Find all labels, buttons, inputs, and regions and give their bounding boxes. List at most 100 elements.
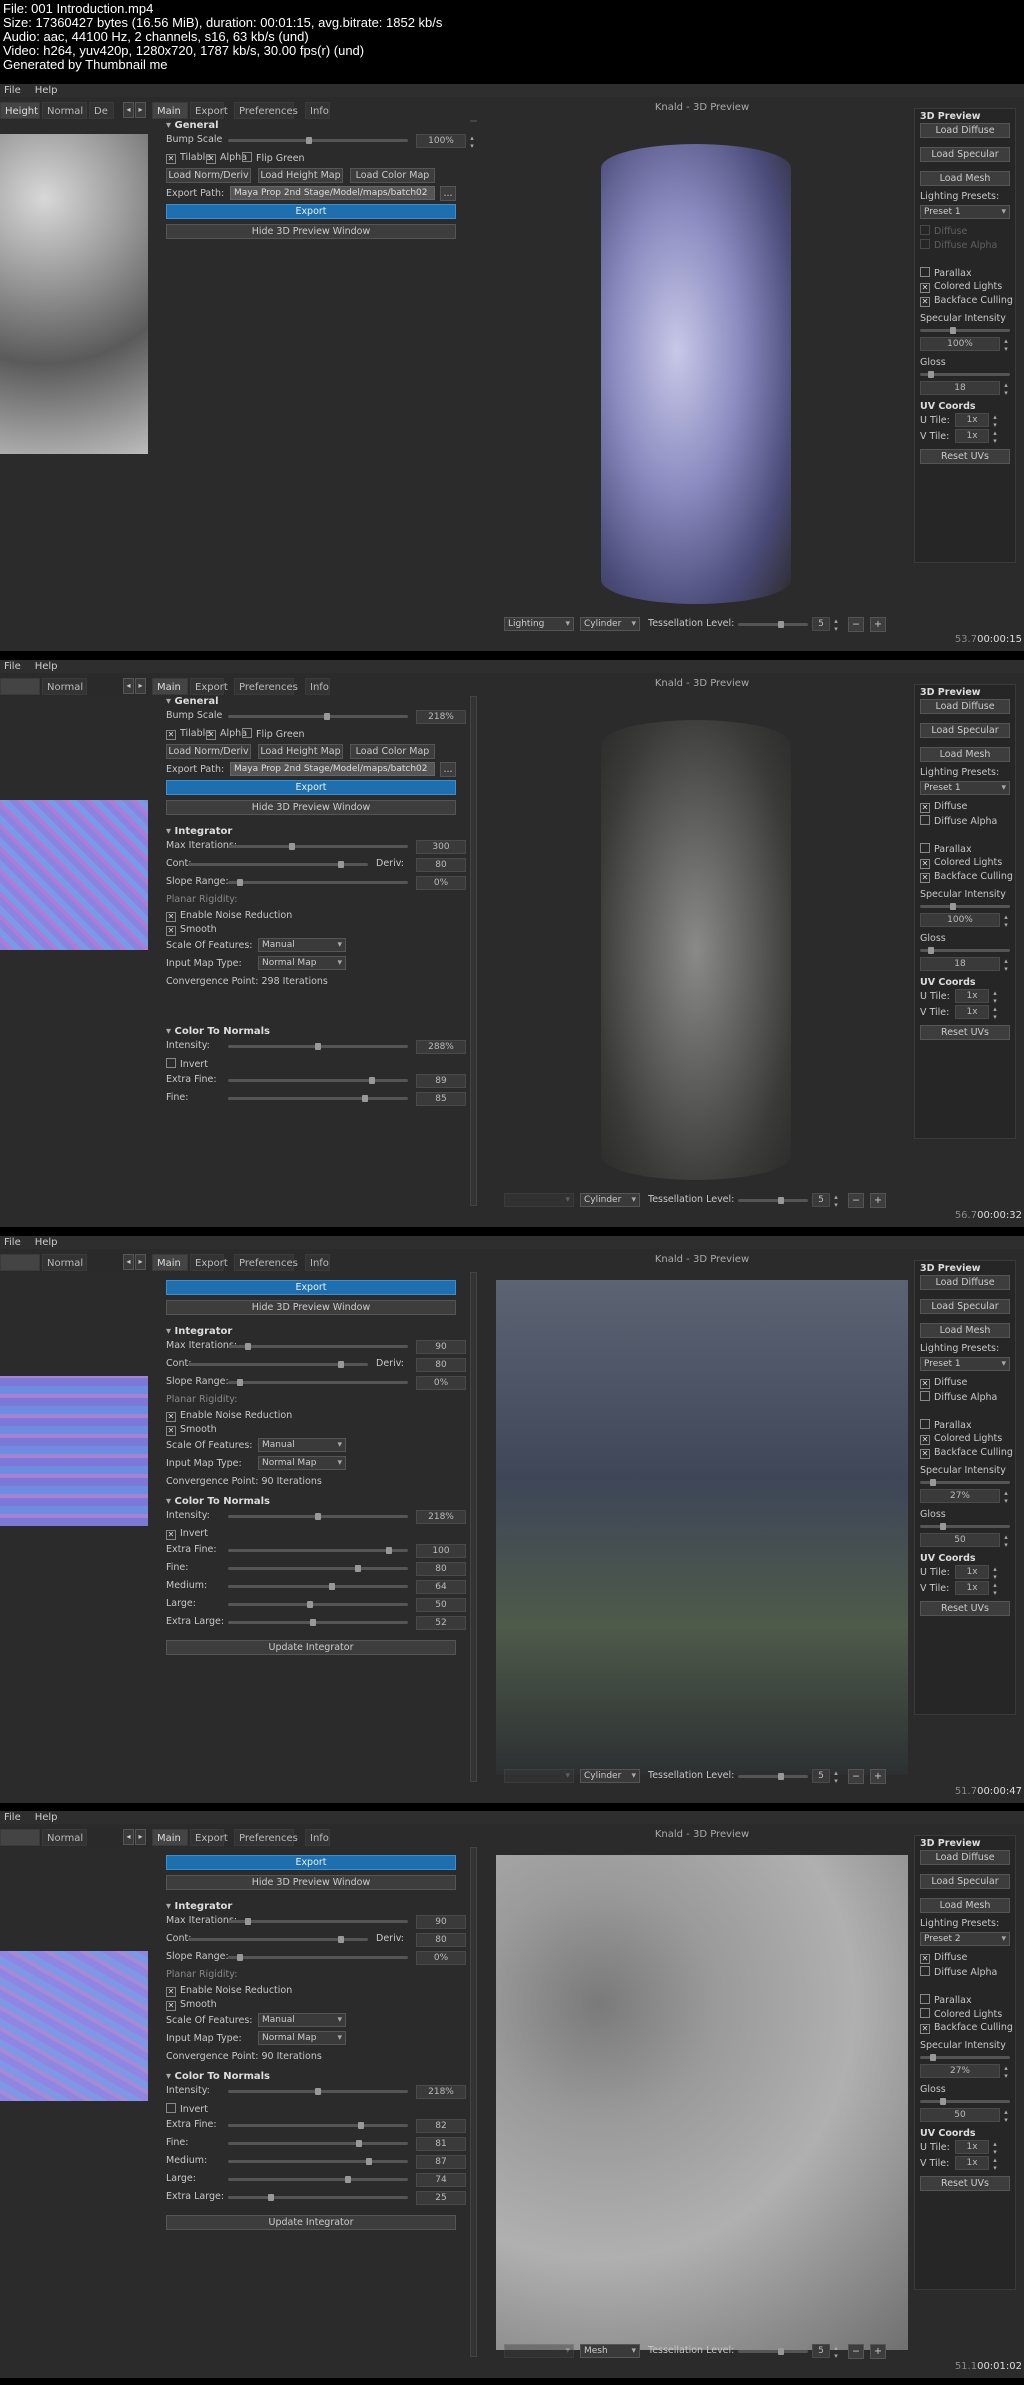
max-iterations-slider[interactable] [228, 1918, 408, 1925]
general-header[interactable]: General [166, 696, 219, 707]
slope-range-slider[interactable] [228, 1954, 408, 1961]
lighting-combo[interactable] [504, 2344, 574, 2358]
tessellation-value[interactable]: 5 [812, 617, 839, 633]
map-tab[interactable]: Normal [42, 102, 87, 119]
intensity-slider-knob[interactable] [315, 1043, 321, 1050]
diffuse-checkbox[interactable]: ✕ Diffuse [920, 1952, 967, 1964]
invert-checkbox[interactable]: ✕ Invert [166, 1528, 208, 1540]
u-tile-value[interactable]: 1x [955, 1565, 998, 1581]
fine-slider[interactable] [228, 1565, 408, 1572]
u-tile-value[interactable]: 1x [955, 413, 998, 429]
checkbox-box[interactable]: ✕ [166, 1412, 176, 1422]
slope-range-value[interactable]: 0% [416, 1376, 475, 1392]
parallax-checkbox[interactable]: Parallax [920, 1994, 972, 2006]
intensity-value[interactable]: 218% [416, 2085, 475, 2101]
colored-lights-checkbox[interactable]: Colored Lights [920, 2008, 1002, 2020]
load-height-button[interactable]: Load Height Map [258, 168, 343, 183]
panel-scrollbar[interactable] [470, 1272, 477, 1782]
tessellation-value[interactable]: 5 [812, 1193, 839, 1209]
map-tab[interactable] [0, 1254, 40, 1271]
map-tab[interactable]: Height [0, 102, 40, 119]
slope-range-slider[interactable] [228, 879, 408, 886]
extra-large-value[interactable]: 52 [416, 1616, 475, 1632]
checkbox-box[interactable] [920, 843, 930, 853]
slope-range-value[interactable]: 0% [416, 1951, 475, 1967]
extra-fine-value[interactable]: 100 [416, 1544, 475, 1560]
checkbox-box[interactable] [920, 225, 930, 235]
tab-info[interactable]: Info [305, 1829, 330, 1846]
flip-green-checkbox[interactable]: Flip Green [242, 152, 305, 164]
checkbox-box[interactable]: ✕ [166, 912, 176, 922]
cont-slider[interactable] [188, 1936, 368, 1943]
reset-uvs-button[interactable]: Reset UVs [920, 1601, 1010, 1616]
panel-scrollbar[interactable] [470, 1847, 477, 2357]
invert-checkbox[interactable]: Invert [166, 2103, 208, 2115]
texture-preview[interactable] [0, 1376, 148, 1526]
map-tab[interactable] [0, 678, 40, 695]
fine-value[interactable]: 85 [416, 1092, 475, 1108]
large-slider-knob[interactable] [307, 1601, 313, 1608]
specular-slider[interactable] [920, 903, 1010, 910]
load-diffuse-button[interactable]: Load Diffuse [920, 1275, 1010, 1290]
max-iterations-slider[interactable] [228, 1343, 408, 1350]
u-tile-value[interactable]: 1x [955, 989, 998, 1005]
mesh-combo[interactable]: Cylinder [580, 1193, 640, 1207]
specular-value[interactable]: 27% [920, 1489, 1009, 1505]
checkbox-box[interactable]: ✕ [166, 1530, 176, 1540]
load-norm-button[interactable]: Load Norm/Deriv [166, 168, 251, 183]
lighting-preset-combo[interactable]: Preset 1 [920, 205, 1010, 219]
lighting-combo[interactable]: Lighting [504, 617, 574, 631]
gloss-value[interactable]: 50 [920, 1533, 1009, 1549]
fine-slider-knob[interactable] [355, 1565, 361, 1572]
parallax-checkbox[interactable]: Parallax [920, 267, 972, 279]
medium-slider[interactable] [228, 1583, 408, 1590]
tab-info[interactable]: Info [305, 1254, 330, 1271]
checkbox-box[interactable]: ✕ [920, 1379, 930, 1389]
u-tile-value[interactable]: 1x [955, 2140, 998, 2156]
checkbox-box[interactable]: ✕ [920, 1954, 930, 1964]
lighting-preset-combo[interactable]: Preset 2 [920, 1932, 1010, 1946]
smooth-checkbox[interactable]: ✕ Smooth [166, 1999, 217, 2011]
tessellation-slider[interactable] [738, 1773, 808, 1780]
checkbox-box[interactable]: ✕ [920, 2024, 930, 2034]
extra-fine-slider-knob[interactable] [358, 2122, 364, 2129]
fine-value[interactable]: 81 [416, 2137, 475, 2153]
load-specular-button[interactable]: Load Specular [920, 147, 1010, 162]
lighting-preset-combo[interactable]: Preset 1 [920, 781, 1010, 795]
tab-export[interactable]: Export [190, 102, 228, 119]
colored-lights-checkbox[interactable]: ✕ Colored Lights [920, 281, 1002, 293]
specular-slider[interactable] [920, 327, 1010, 334]
checkbox-box[interactable]: ✕ [920, 1435, 930, 1445]
checkbox-box[interactable] [166, 1058, 176, 1068]
large-value[interactable]: 74 [416, 2173, 475, 2189]
bump-scale-value[interactable]: 218% [416, 710, 475, 726]
tab-main[interactable]: Main [152, 1829, 188, 1846]
diffuse-alpha-checkbox[interactable]: Diffuse Alpha [920, 1966, 997, 1978]
mesh-combo[interactable]: Mesh [580, 2344, 640, 2358]
load-specular-button[interactable]: Load Specular [920, 1874, 1010, 1889]
mesh-combo[interactable]: Cylinder [580, 1769, 640, 1783]
input-map-combo[interactable]: Normal Map [258, 2031, 346, 2045]
tessellation-slider-knob[interactable] [778, 621, 784, 628]
extra-large-slider-knob[interactable] [268, 2194, 274, 2201]
plus-button[interactable]: + [870, 617, 886, 632]
checkbox-box[interactable]: ✕ [206, 154, 216, 164]
minus-button[interactable]: − [848, 1769, 864, 1784]
tab-preferences[interactable]: Preferences [234, 678, 298, 695]
slope-range-slider[interactable] [228, 1379, 408, 1386]
mesh-closeup[interactable] [496, 1280, 908, 1775]
checkbox-box[interactable]: ✕ [166, 154, 176, 164]
enable-noise-reduction-checkbox[interactable]: ✕ Enable Noise Reduction [166, 1410, 292, 1422]
cont-value[interactable]: 80 [416, 1358, 475, 1374]
backface-culling-checkbox[interactable]: ✕ Backface Culling [920, 295, 1013, 307]
v-tile-value[interactable]: 1x [955, 1581, 998, 1597]
specular-value[interactable]: 100% [920, 337, 1009, 353]
backface-culling-checkbox[interactable]: ✕ Backface Culling [920, 1447, 1013, 1459]
plus-button[interactable]: + [870, 1193, 886, 1208]
medium-value[interactable]: 87 [416, 2155, 475, 2171]
max-iterations-slider-knob[interactable] [289, 843, 295, 850]
slope-range-value[interactable]: 0% [416, 876, 475, 892]
color-to-normals-header[interactable]: Color To Normals [166, 2071, 270, 2082]
menu-help[interactable]: Help [35, 661, 58, 672]
bump-scale-slider-knob[interactable] [306, 137, 312, 144]
